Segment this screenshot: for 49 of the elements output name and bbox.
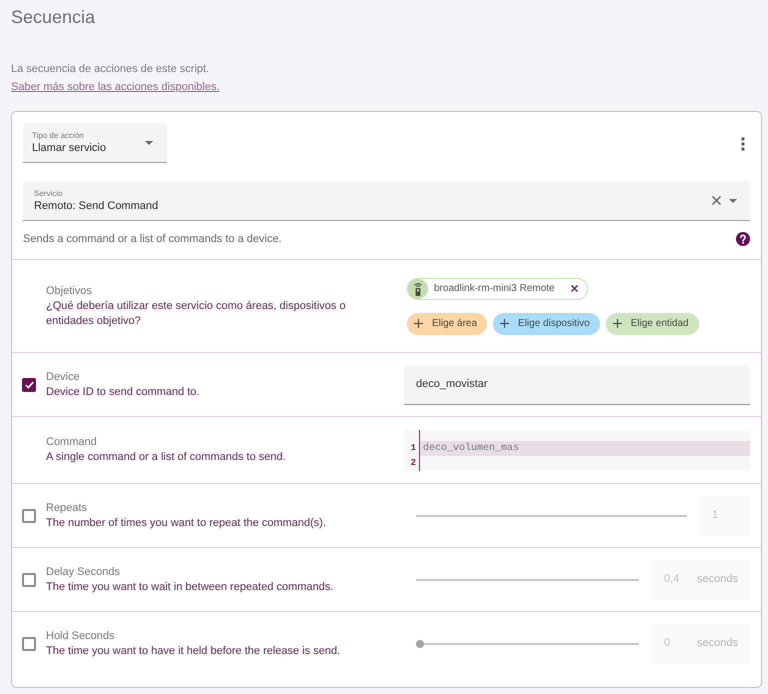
- checkbox[interactable]: [22, 636, 36, 650]
- section-description: La secuencia de acciones de este script.: [11, 62, 210, 77]
- field-description: A single command or a list of commands to send.: [46, 450, 287, 465]
- field-label: Repeats: [46, 500, 88, 516]
- help-icon[interactable]: [736, 232, 750, 246]
- plus-icon: [612, 319, 622, 328]
- field-label: Device: [46, 370, 81, 384]
- slider-track[interactable]: [416, 640, 639, 648]
- service-description: Sends a command or a list of commands to a device.: [23, 232, 282, 246]
- select-value: Llamar servicio: [32, 140, 106, 154]
- checkbox[interactable]: [22, 572, 36, 586]
- code-editor[interactable]: 1 2 deco_volumen_mas: [404, 430, 750, 470]
- field-label: Objetivos: [46, 284, 93, 298]
- text-field[interactable]: deco_movistar: [404, 364, 750, 404]
- caret-icon: [729, 198, 737, 202]
- slider-thumb[interactable]: [416, 640, 424, 648]
- line-number: 2: [410, 456, 416, 470]
- field-label: Command: [46, 435, 98, 450]
- more-options-icon[interactable]: [741, 137, 745, 151]
- service-select[interactable]: Servicio Remoto: Send Command: [23, 181, 750, 221]
- help-link[interactable]: Saber más sobre las acciones disponibles.: [11, 78, 220, 96]
- picker-button[interactable]: Elige entidad: [606, 312, 699, 334]
- unit-label: seconds: [697, 572, 738, 588]
- floating-label: Tipo de acción: [32, 130, 85, 140]
- caret-icon: [145, 140, 153, 144]
- plus-icon: [414, 319, 423, 328]
- picker-button[interactable]: Elige dispositivo: [493, 312, 600, 334]
- field-description: ¿Qué debería utilizar este servicio como áreas, dispositivos o entidades objetivo?: [46, 298, 347, 328]
- action-type-select[interactable]: Tipo de acción Llamar servicio: [23, 123, 167, 163]
- checkmark-icon: [24, 380, 34, 388]
- checkbox[interactable]: [22, 378, 36, 392]
- field-description: Device ID to send command to.: [46, 384, 200, 400]
- field-label: Delay Seconds: [46, 564, 121, 580]
- line-number: 1: [410, 442, 416, 454]
- select-value: Remoto: Send Command: [34, 198, 158, 212]
- picker-button[interactable]: Elige área: [407, 312, 488, 334]
- field-description: The number of times you want to repeat the command(s).: [46, 516, 328, 530]
- plus-icon: [500, 319, 510, 328]
- unit-label: seconds: [697, 636, 738, 652]
- field-label: Hold Seconds: [46, 628, 116, 644]
- field-description: The time you want to have it held before the release is send.: [46, 644, 342, 658]
- field-description: The time you want to wait in between repeated commands.: [46, 580, 334, 594]
- remote-icon: [408, 278, 428, 298]
- page-title: Secuencia: [11, 6, 96, 28]
- clear-icon[interactable]: [712, 196, 721, 205]
- target-chip[interactable]: broadlink-rm-mini3 Remote: [407, 278, 588, 300]
- floating-label: Servicio: [34, 188, 64, 198]
- checkbox[interactable]: [22, 508, 36, 522]
- remove-icon[interactable]: [570, 285, 578, 292]
